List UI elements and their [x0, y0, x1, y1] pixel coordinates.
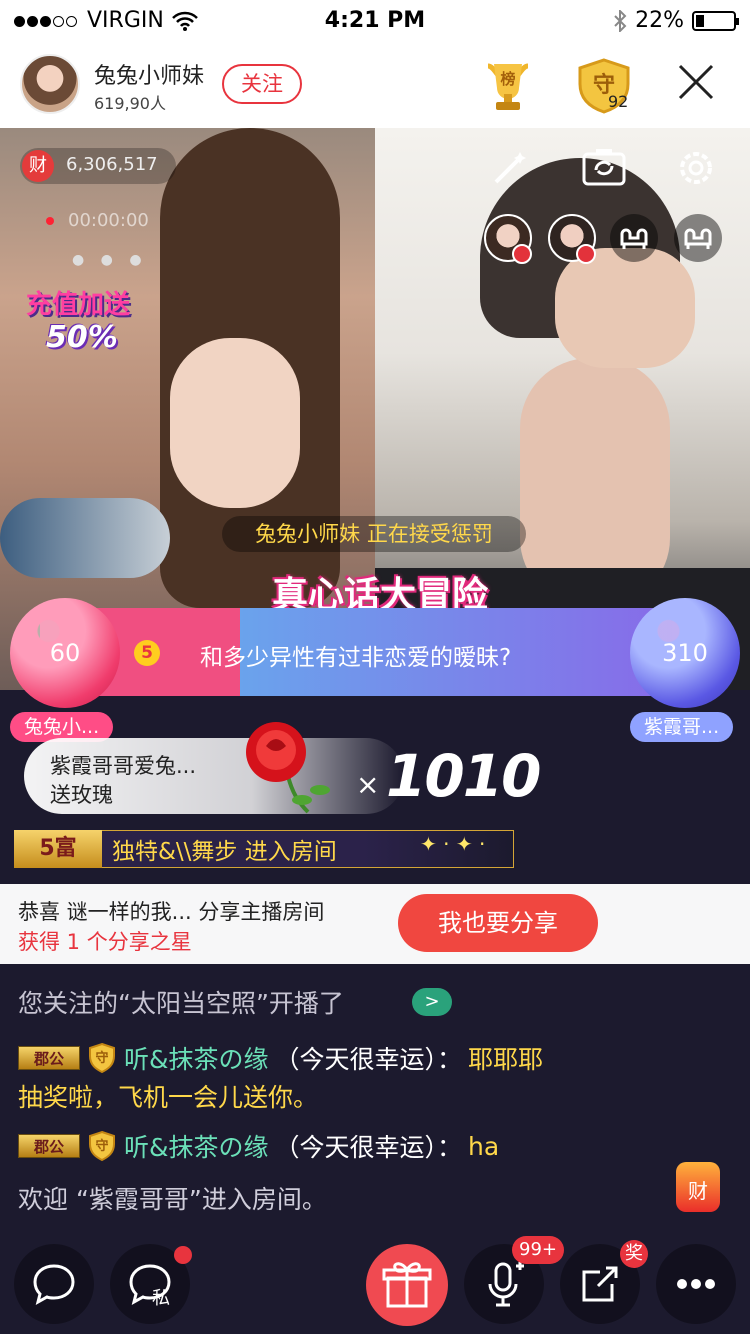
seat-1-badge-icon	[512, 244, 532, 264]
empty-seat-sofa-icon[interactable]	[610, 214, 658, 262]
chat-user-note: （今天很幸运）：	[274, 1045, 463, 1074]
svg-text:守: 守	[95, 1050, 108, 1066]
noble-rank-badge: 郡公	[18, 1134, 80, 1158]
wealth-level-badge: 5富	[14, 830, 102, 868]
noble-rank-badge: 郡公	[18, 1046, 80, 1070]
gift-action: 送玫瑰	[50, 783, 113, 807]
unread-dot-icon	[174, 1246, 192, 1264]
goto-chevron-icon[interactable]: >	[412, 988, 452, 1016]
guard-count: 92	[608, 92, 629, 111]
room-header: 兔兔小师妹 619,90人 关注 榜 守 92	[0, 40, 750, 128]
guest-hand	[555, 248, 695, 368]
rose-gift-icon	[228, 716, 338, 816]
share-button[interactable]: 我也要分享	[398, 894, 598, 952]
pk-right-name[interactable]: 紫霞哥...	[630, 712, 734, 742]
chat-text: 耶耶耶	[468, 1045, 544, 1074]
chat-username[interactable]: 听&抹茶の缘	[124, 1040, 269, 1076]
left-score-orb: 60	[10, 598, 120, 708]
anchor-face	[170, 338, 300, 508]
sparkle-icon: ✦ · ✦ ·	[420, 832, 486, 856]
chat-message: 郡公 守 听&抹茶の缘 （今天很幸运）： 耶耶耶	[18, 1040, 543, 1076]
record-time: 00:00:00	[68, 210, 149, 231]
promo-title: 充值加送	[26, 290, 131, 320]
pager-dots: ● ● ●	[72, 252, 148, 268]
share-reward-badge: 奖	[620, 1240, 648, 1268]
record-dot-icon	[46, 217, 54, 225]
gift-sender: 紫霞哥哥爱兔...	[50, 754, 197, 778]
microphone-image	[0, 498, 170, 578]
anchor-avatar[interactable]	[20, 54, 80, 114]
chat-user-note: （今天很幸运）：	[274, 1133, 463, 1162]
gear-icon[interactable]	[674, 146, 718, 190]
right-score-orb: 310	[630, 598, 740, 708]
more-button[interactable]	[656, 1244, 736, 1324]
battery-percent: 22%	[635, 8, 684, 33]
wealth-value: 6,306,517	[66, 154, 158, 175]
svg-text:榜: 榜	[500, 70, 515, 88]
punish-notice: 兔兔小师妹 正在接受惩罚	[222, 516, 526, 552]
gift-button[interactable]	[366, 1244, 448, 1326]
question-number: 5	[134, 640, 160, 666]
audience-count: 619,90人	[94, 94, 166, 113]
wealth-redpacket-icon[interactable]: 财	[676, 1162, 720, 1212]
svg-text:守: 守	[95, 1138, 108, 1154]
follow-live-notice[interactable]: 您关注的“太阳当空照”开播了	[18, 984, 344, 1020]
live-video: 财 6,306,517 00:00:00 ● ● ● 充值加送 50% 兔兔小师…	[0, 128, 750, 690]
guard-badge-icon: 守	[89, 1042, 115, 1074]
chat-text-continued: 抽奖啦，飞机一会儿送你。	[18, 1083, 319, 1112]
private-label: 私	[152, 1288, 170, 1309]
chat-message: 郡公 守 听&抹茶の缘 （今天很幸运）： ha	[18, 1128, 499, 1164]
camera-flip-icon[interactable]	[582, 146, 626, 188]
welcome-message: 欢迎 “紫霞哥哥”进入房间。	[18, 1185, 327, 1214]
gift-multiplier: ×	[356, 768, 380, 801]
empty-seat-sofa-icon[interactable]	[674, 214, 722, 262]
recharge-promo-banner[interactable]: 充值加送 50%	[22, 280, 160, 360]
chat-username[interactable]: 听&抹茶の缘	[124, 1128, 269, 1164]
wealth-badge: 财	[22, 150, 54, 182]
magic-wand-icon[interactable]	[490, 148, 530, 188]
question-text: 和多少异性有过非恋爱的暧昧?	[200, 645, 512, 671]
gift-count: 1010	[386, 742, 541, 810]
bluetooth-icon	[614, 9, 627, 32]
guard-badge-icon: 守	[89, 1130, 115, 1162]
seat-2-badge-icon	[576, 244, 596, 264]
chat-text: ha	[468, 1131, 500, 1161]
rank-trophy-icon[interactable]: 榜	[480, 58, 536, 114]
follow-button[interactable]: 关注	[222, 64, 302, 104]
status-bar: VIRGIN 4:21 PM 22%	[0, 0, 750, 40]
close-icon[interactable]	[676, 62, 716, 102]
share-message: 恭喜 谜一样的我... 分享主播房间	[18, 900, 325, 924]
promo-percent: 50%	[46, 320, 118, 355]
mic-badge: 99+	[512, 1236, 564, 1264]
battery-icon	[692, 10, 739, 31]
anchor-name[interactable]: 兔兔小师妹	[94, 58, 204, 90]
enter-notice-text: 独特&\\舞步 进入房间	[112, 839, 337, 865]
share-reward: 获得 1 个分享之星	[18, 930, 192, 954]
chat-button[interactable]	[14, 1244, 94, 1324]
